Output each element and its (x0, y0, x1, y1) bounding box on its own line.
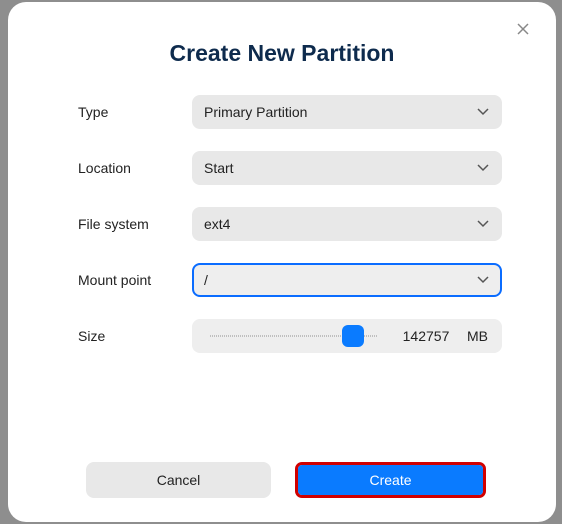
field-filesystem-label: File system (78, 216, 192, 232)
create-partition-dialog: Create New Partition Type Primary Partit… (8, 2, 556, 522)
dialog-footer: Cancel Create (44, 462, 520, 498)
close-button[interactable] (516, 22, 534, 40)
field-mountpoint-row: Mount point / (44, 263, 520, 297)
size-value: 142757 (394, 328, 458, 344)
create-button[interactable]: Create (298, 465, 483, 495)
field-type-value: Primary Partition (204, 104, 476, 120)
size-unit: MB (458, 328, 488, 344)
cancel-button[interactable]: Cancel (86, 462, 271, 498)
field-type-label: Type (78, 104, 192, 120)
field-location-value: Start (204, 160, 476, 176)
chevron-down-icon (476, 273, 490, 287)
field-size-row: Size 142757 MB (44, 319, 520, 353)
field-mountpoint-select[interactable]: / (192, 263, 502, 297)
close-icon (516, 23, 530, 40)
field-location-label: Location (78, 160, 192, 176)
field-type-row: Type Primary Partition (44, 95, 520, 129)
form: Type Primary Partition Location Start Fi… (44, 95, 520, 462)
field-size-label: Size (78, 328, 192, 344)
field-filesystem-select[interactable]: ext4 (192, 207, 502, 241)
chevron-down-icon (476, 161, 490, 175)
field-filesystem-row: File system ext4 (44, 207, 520, 241)
slider-thumb[interactable] (342, 325, 364, 347)
chevron-down-icon (476, 105, 490, 119)
field-location-row: Location Start (44, 151, 520, 185)
field-filesystem-value: ext4 (204, 216, 476, 232)
field-mountpoint-value: / (204, 272, 476, 288)
field-type-select[interactable]: Primary Partition (192, 95, 502, 129)
dialog-title: Create New Partition (44, 40, 520, 67)
field-mountpoint-label: Mount point (78, 272, 192, 288)
chevron-down-icon (476, 217, 490, 231)
size-slider[interactable] (210, 332, 378, 340)
field-location-select[interactable]: Start (192, 151, 502, 185)
create-button-highlight: Create (295, 462, 486, 498)
size-slider-container: 142757 MB (192, 319, 502, 353)
